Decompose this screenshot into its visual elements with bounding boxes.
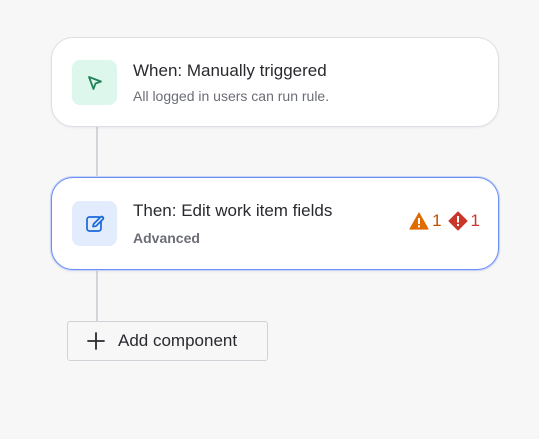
warning-triangle-icon (409, 212, 429, 230)
error-diamond-icon (447, 211, 468, 231)
error-count: 1 (470, 211, 480, 230)
action-card[interactable]: Then: Edit work item fields Advanced 1 1 (51, 177, 499, 270)
trigger-card[interactable]: When: Manually triggered All logged in u… (51, 37, 499, 127)
plus-icon (87, 332, 105, 350)
add-component-button[interactable]: Add component (67, 321, 268, 361)
warning-count: 1 (432, 211, 442, 230)
error-badge[interactable]: 1 (447, 211, 480, 231)
warning-badge[interactable]: 1 (409, 211, 442, 231)
trigger-title: When: Manually triggered (133, 61, 327, 80)
validation-badges: 1 1 (409, 211, 480, 231)
add-component-label: Add component (118, 331, 238, 350)
action-title: Then: Edit work item fields (133, 201, 333, 220)
edit-pencil-icon (85, 215, 104, 232)
flow-connector-line (96, 127, 98, 177)
trigger-subtitle: All logged in users can run rule. (133, 88, 330, 104)
trigger-icon-tile (72, 60, 117, 105)
cursor-arrow-icon (87, 75, 102, 90)
action-icon-tile (72, 201, 117, 246)
action-subtitle: Advanced (133, 230, 200, 246)
flow-connector-line (96, 270, 98, 321)
